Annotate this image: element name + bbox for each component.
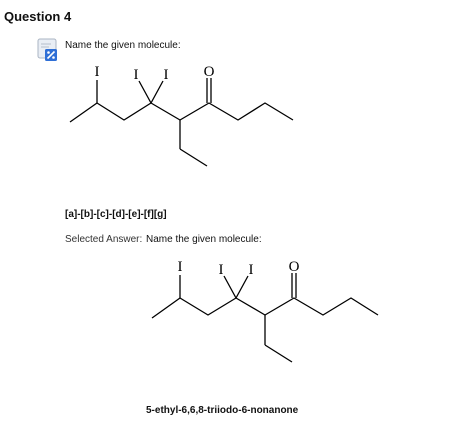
question-title: Question 4: [4, 9, 72, 24]
atom-label-oxygen: O: [204, 64, 215, 80]
atom-label-iodine: I: [134, 67, 139, 83]
answer-molecule-image: I I I O: [146, 252, 384, 370]
selected-answer-label: Selected Answer:: [65, 234, 143, 245]
selected-answer-text: 5-ethyl-6,6,8-triiodo-6-nonanone: [146, 405, 299, 416]
partial-credit-icon: [36, 38, 60, 62]
atom-label-iodine: I: [249, 262, 254, 278]
answer-template: [a]-[b]-[c]-[d]-[e]-[f][g]: [65, 209, 167, 220]
question-prompt: Name the given molecule:: [65, 40, 181, 51]
answer-prompt: Name the given molecule:: [146, 234, 262, 245]
atom-label-iodine: I: [219, 262, 224, 278]
atom-label-iodine: I: [178, 259, 183, 275]
question-molecule-image: I I I O: [65, 58, 299, 173]
atom-label-oxygen: O: [289, 259, 300, 275]
atom-label-iodine: I: [95, 64, 100, 80]
atom-label-iodine: I: [164, 67, 169, 83]
